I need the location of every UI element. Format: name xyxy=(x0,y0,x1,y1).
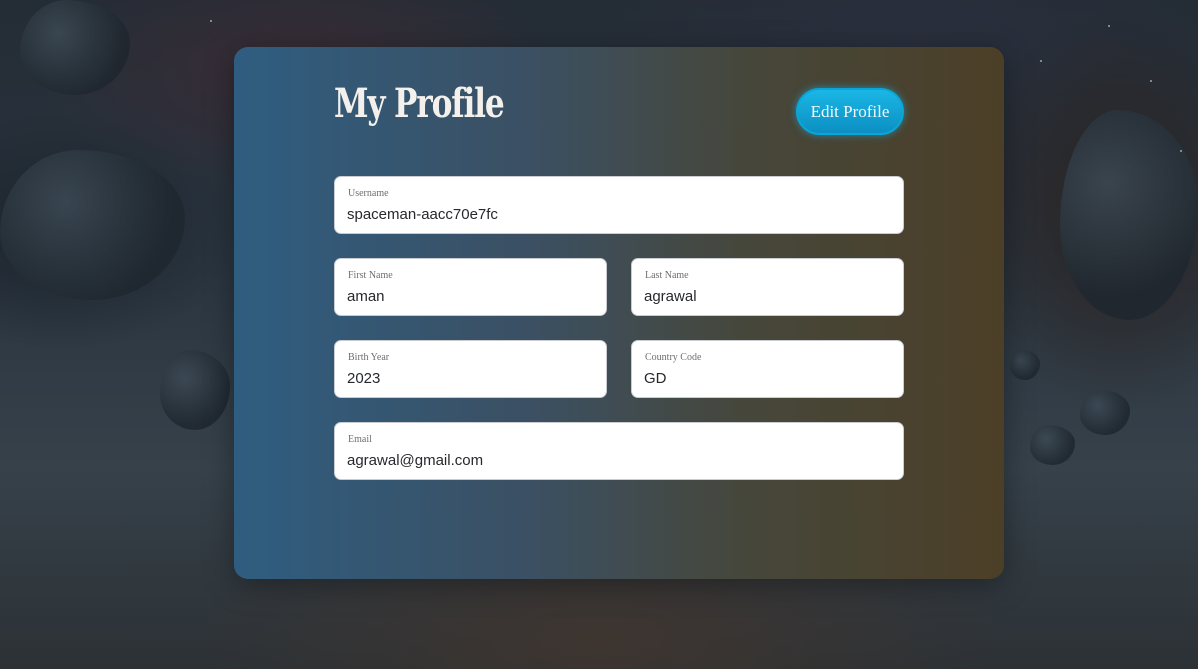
first-name-label: First Name xyxy=(348,270,393,281)
star-decoration xyxy=(1150,80,1152,82)
page-title: My Profile xyxy=(334,80,505,127)
edit-profile-button[interactable]: Edit Profile xyxy=(796,88,904,135)
last-name-field[interactable]: Last Name xyxy=(631,258,904,316)
first-name-field[interactable]: First Name xyxy=(334,258,607,316)
asteroid-decoration xyxy=(20,0,130,95)
asteroid-decoration xyxy=(1060,110,1198,320)
country-code-label: Country Code xyxy=(645,352,702,363)
asteroid-decoration xyxy=(1080,390,1130,435)
star-decoration xyxy=(1040,60,1042,62)
asteroid-decoration xyxy=(1030,425,1075,465)
email-input[interactable] xyxy=(347,450,893,470)
country-code-field[interactable]: Country Code xyxy=(631,340,904,398)
first-name-input[interactable] xyxy=(347,286,596,306)
star-decoration xyxy=(1180,150,1182,152)
asteroid-decoration xyxy=(0,150,185,300)
star-decoration xyxy=(210,20,212,22)
asteroid-decoration xyxy=(1010,350,1040,380)
country-code-input[interactable] xyxy=(644,368,893,388)
last-name-input[interactable] xyxy=(644,286,893,306)
birth-year-input[interactable] xyxy=(347,368,596,388)
birth-year-field[interactable]: Birth Year xyxy=(334,340,607,398)
username-input[interactable] xyxy=(347,204,893,224)
username-field[interactable]: Username xyxy=(334,176,904,234)
last-name-label: Last Name xyxy=(645,270,689,281)
email-field[interactable]: Email xyxy=(334,422,904,480)
username-label: Username xyxy=(348,188,389,199)
asteroid-decoration xyxy=(160,350,230,430)
star-decoration xyxy=(1108,25,1110,27)
birth-year-label: Birth Year xyxy=(348,352,390,363)
email-label: Email xyxy=(348,434,372,445)
